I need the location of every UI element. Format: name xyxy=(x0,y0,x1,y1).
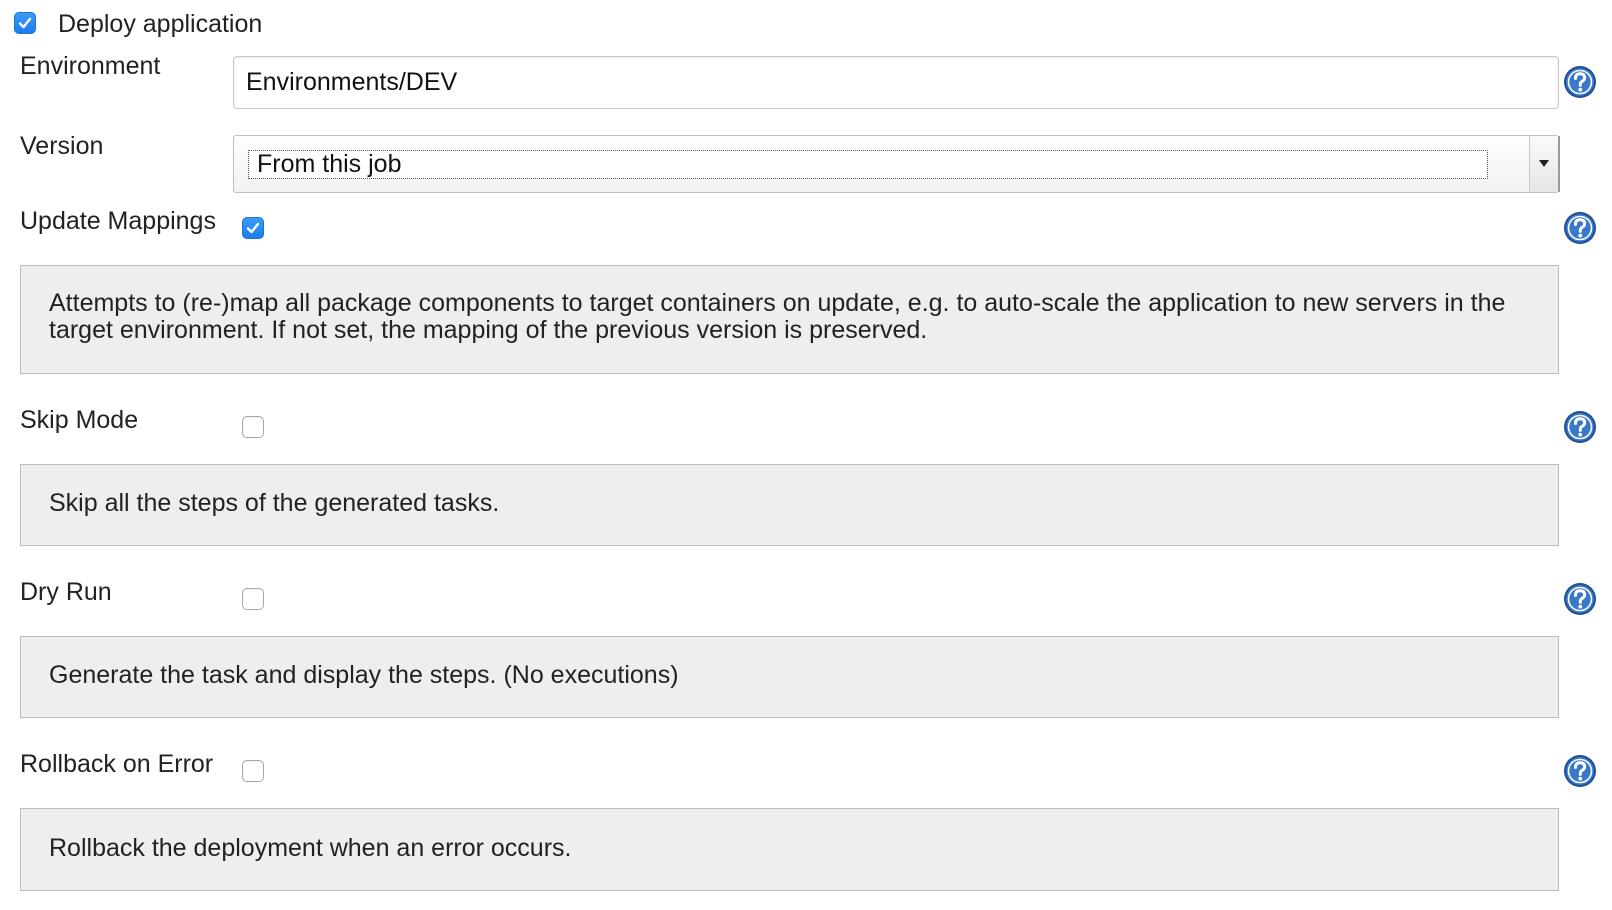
environment-label: Environment xyxy=(20,52,161,80)
help-icon[interactable] xyxy=(1563,211,1597,245)
skip-mode-checkbox[interactable] xyxy=(242,416,264,438)
dry-run-description: Generate the task and display the steps.… xyxy=(49,661,679,689)
version-select[interactable]: From this job xyxy=(233,135,1559,193)
update-mappings-description: Attempts to (re-)map all package compone… xyxy=(49,289,1506,344)
rollback-on-error-description: Rollback the deployment when an error oc… xyxy=(49,834,572,862)
deploy-application-label: Deploy application xyxy=(58,10,263,38)
environment-input[interactable] xyxy=(233,56,1559,109)
deploy-application-checkbox[interactable] xyxy=(14,12,36,34)
help-icon[interactable] xyxy=(1563,754,1597,788)
help-icon[interactable] xyxy=(1563,410,1597,444)
chevron-down-icon xyxy=(1539,160,1549,167)
checkmark-icon xyxy=(246,222,260,234)
version-dropdown-button[interactable] xyxy=(1529,136,1558,192)
rollback-on-error-description-box: Rollback the deployment when an error oc… xyxy=(20,808,1559,891)
help-icon[interactable] xyxy=(1563,582,1597,616)
version-select-value-area: From this job xyxy=(248,150,1488,179)
update-mappings-label: Update Mappings xyxy=(20,207,216,235)
dry-run-description-box: Generate the task and display the steps.… xyxy=(20,636,1559,718)
dry-run-label: Dry Run xyxy=(20,578,112,606)
checkmark-icon xyxy=(18,17,32,29)
version-selected-value: From this job xyxy=(257,150,402,178)
dry-run-checkbox[interactable] xyxy=(242,588,264,610)
skip-mode-label: Skip Mode xyxy=(20,406,139,434)
update-mappings-description-box: Attempts to (re-)map all package compone… xyxy=(20,265,1559,374)
update-mappings-checkbox[interactable] xyxy=(242,217,264,239)
rollback-on-error-checkbox[interactable] xyxy=(242,760,264,782)
skip-mode-description: Skip all the steps of the generated task… xyxy=(49,489,500,517)
rollback-on-error-label: Rollback on Error xyxy=(20,750,214,778)
help-icon[interactable] xyxy=(1563,65,1597,99)
version-label: Version xyxy=(20,132,104,160)
skip-mode-description-box: Skip all the steps of the generated task… xyxy=(20,464,1559,546)
